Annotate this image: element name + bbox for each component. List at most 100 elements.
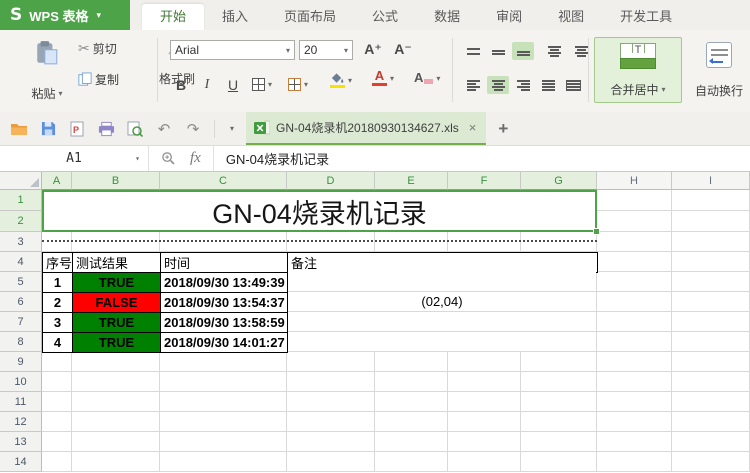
font-name-select[interactable]: Arial▾ xyxy=(170,40,295,60)
table-cell-result[interactable]: FALSE xyxy=(72,292,161,313)
table-cell-remark[interactable] xyxy=(288,272,596,292)
table-cell-time[interactable]: 2018/09/30 13:49:39 xyxy=(160,272,288,293)
tab-data[interactable]: 数据 xyxy=(416,4,478,30)
row-header-2[interactable]: 2 xyxy=(0,211,42,232)
tab-view[interactable]: 视图 xyxy=(540,4,602,30)
export-pdf-button[interactable]: P xyxy=(67,119,87,139)
tab-review[interactable]: 审阅 xyxy=(478,4,540,30)
chevron-down-icon[interactable]: ▾ xyxy=(135,154,140,163)
row-header-11[interactable]: 11 xyxy=(0,392,42,412)
font-size-select[interactable]: 20▾ xyxy=(299,40,353,60)
open-file-button[interactable] xyxy=(9,119,29,139)
draw-border-button[interactable]: ▾ xyxy=(288,78,308,91)
chevron-down-icon[interactable]: ▾ xyxy=(59,89,63,98)
formula-input[interactable]: GN-04烧录机记录 xyxy=(214,149,329,168)
row-header-12[interactable]: 12 xyxy=(0,412,42,432)
name-box[interactable]: A1 ▾ xyxy=(0,146,149,171)
underline-button[interactable]: U xyxy=(222,74,244,96)
row-header-7[interactable]: 7 xyxy=(0,312,42,332)
column-header-B[interactable]: B xyxy=(72,172,160,190)
column-header-E[interactable]: E xyxy=(375,172,448,190)
save-button[interactable] xyxy=(38,119,58,139)
italic-button[interactable]: I xyxy=(196,74,218,96)
wps-menu-button[interactable]: S WPS 表格 ▾ xyxy=(0,0,130,30)
cut-button[interactable]: ✂ 剪切 xyxy=(78,40,119,57)
column-header-H[interactable]: H xyxy=(597,172,672,190)
table-cell-remark[interactable]: (02,04) xyxy=(288,292,596,312)
table-cell-time[interactable]: 2018/09/30 13:58:59 xyxy=(160,312,288,333)
table-cell-remark[interactable] xyxy=(288,332,596,352)
clear-format-button[interactable]: A ▾ xyxy=(414,72,440,84)
table-cell-index[interactable]: 1 xyxy=(42,272,73,293)
new-tab-button[interactable]: + xyxy=(498,119,508,139)
table-cell-result[interactable]: TRUE xyxy=(72,312,161,333)
table-header-index[interactable]: 序号 xyxy=(42,252,73,273)
table-cell-remark[interactable] xyxy=(288,312,596,332)
grow-font-button[interactable]: A⁺ xyxy=(360,38,386,60)
customize-toolbar-button[interactable]: ▾ xyxy=(226,119,238,139)
wrap-text-button[interactable]: 自动换行 xyxy=(690,37,748,103)
column-header-I[interactable]: I xyxy=(672,172,750,190)
row-header-10[interactable]: 10 xyxy=(0,372,42,392)
redo-button[interactable]: ↷ xyxy=(183,119,203,139)
row-header-14[interactable]: 14 xyxy=(0,452,42,472)
table-cell-result[interactable]: TRUE xyxy=(72,332,161,353)
distributed-button[interactable] xyxy=(562,76,584,94)
align-bottom-button[interactable] xyxy=(512,42,534,60)
column-header-F[interactable]: F xyxy=(448,172,521,190)
copy-button[interactable]: 复制 xyxy=(78,71,119,88)
table-cell-time[interactable]: 2018/09/30 13:54:37 xyxy=(160,292,288,313)
selection-fill-handle[interactable] xyxy=(593,228,600,235)
row-header-4[interactable]: 4 xyxy=(0,252,42,272)
paste-button[interactable]: 粘贴▾ xyxy=(14,38,80,104)
tab-home[interactable]: 开始 xyxy=(142,4,204,30)
justify-button[interactable] xyxy=(537,76,559,94)
bold-button[interactable]: B xyxy=(170,74,192,96)
tab-formulas[interactable]: 公式 xyxy=(354,4,416,30)
table-cell-time[interactable]: 2018/09/30 14:01:27 xyxy=(160,332,288,353)
table-header-remark[interactable]: 备注 xyxy=(287,252,598,273)
row-header-5[interactable]: 5 xyxy=(0,272,42,292)
row-header-8[interactable]: 8 xyxy=(0,332,42,352)
borders-button[interactable]: ▾ xyxy=(252,78,272,91)
row-header-3[interactable]: 3 xyxy=(0,232,42,252)
align-middle-button[interactable] xyxy=(487,42,509,60)
table-cell-index[interactable]: 4 xyxy=(42,332,73,353)
close-icon[interactable]: × xyxy=(469,120,477,135)
insert-function-button[interactable]: fx xyxy=(190,150,201,167)
tab-page-layout[interactable]: 页面布局 xyxy=(266,4,354,30)
merge-center-button[interactable]: 合并居中▾ xyxy=(594,37,682,103)
row-header-1[interactable]: 1 xyxy=(0,190,42,211)
align-top-button[interactable] xyxy=(462,42,484,60)
print-button[interactable] xyxy=(96,119,116,139)
table-header-time[interactable]: 时间 xyxy=(160,252,288,273)
decrease-indent-button[interactable] xyxy=(543,42,565,60)
table-cell-index[interactable]: 2 xyxy=(42,292,73,313)
align-left-button[interactable] xyxy=(462,76,484,94)
column-header-C[interactable]: C xyxy=(160,172,287,190)
select-all-corner[interactable] xyxy=(0,172,42,190)
merged-title-cell[interactable]: GN-04烧录机记录 xyxy=(42,190,597,232)
column-header-D[interactable]: D xyxy=(287,172,375,190)
fill-color-button[interactable]: ▾ xyxy=(330,72,352,88)
table-header-result[interactable]: 测试结果 xyxy=(72,252,161,273)
row-header-9[interactable]: 9 xyxy=(0,352,42,372)
print-preview-button[interactable] xyxy=(125,119,145,139)
align-right-button[interactable] xyxy=(512,76,534,94)
table-cell-index[interactable]: 3 xyxy=(42,312,73,333)
zoom-magnifier-icon[interactable] xyxy=(161,151,176,166)
tab-dev-tools[interactable]: 开发工具 xyxy=(602,4,690,30)
column-header-A[interactable]: A xyxy=(42,172,72,190)
tab-insert[interactable]: 插入 xyxy=(204,4,266,30)
row-header-13[interactable]: 13 xyxy=(0,432,42,452)
align-center-button[interactable] xyxy=(487,76,509,94)
font-color-button[interactable]: A ▾ xyxy=(372,70,394,86)
cells-grid[interactable]: GN-04烧录机记录 序号 测试结果 时间 备注 1 TRUE 2018/09/… xyxy=(42,190,750,473)
chevron-down-icon[interactable]: ▾ xyxy=(96,10,101,21)
shrink-font-button[interactable]: A⁻ xyxy=(390,38,416,60)
document-tab[interactable]: GN-04烧录机20180930134627.xls × xyxy=(246,112,486,145)
row-header-6[interactable]: 6 xyxy=(0,292,42,312)
column-header-G[interactable]: G xyxy=(521,172,597,190)
table-cell-result[interactable]: TRUE xyxy=(72,272,161,293)
undo-button[interactable]: ↶ xyxy=(154,119,174,139)
